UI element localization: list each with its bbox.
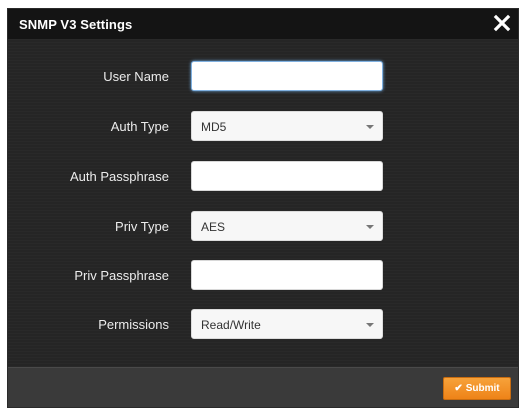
chevron-down-icon (366, 323, 374, 327)
close-icon[interactable] (492, 12, 512, 34)
chevron-down-icon (366, 225, 374, 229)
priv-type-value: AES (201, 220, 226, 234)
user-name-input[interactable] (191, 61, 383, 91)
snmp-v3-settings-dialog: SNMP V3 Settings User Name Auth Type MD5… (7, 8, 519, 408)
auth-type-value: MD5 (201, 120, 227, 134)
priv-type-label: Priv Type (115, 219, 169, 234)
submit-button[interactable]: ✔ Submit (443, 377, 511, 400)
permissions-row: Permissions Read/Write (8, 309, 518, 339)
submit-label: Submit (465, 383, 500, 394)
permissions-select[interactable]: Read/Write (191, 309, 383, 339)
permissions-label: Permissions (98, 317, 169, 332)
user-name-row: User Name (8, 61, 518, 91)
auth-type-row: Auth Type MD5 (8, 111, 518, 141)
check-icon: ✔ (454, 383, 463, 394)
chevron-down-icon (366, 125, 374, 129)
auth-passphrase-input[interactable] (191, 161, 383, 191)
auth-type-label: Auth Type (110, 119, 169, 134)
dialog-titlebar: SNMP V3 Settings (8, 9, 518, 39)
user-name-label: User Name (103, 69, 169, 84)
auth-type-select[interactable]: MD5 (191, 111, 383, 141)
auth-passphrase-label: Auth Passphrase (69, 169, 169, 184)
dialog-footer: ✔ Submit (8, 367, 518, 407)
dialog-body: User Name Auth Type MD5 Auth Passphrase … (8, 39, 518, 369)
priv-passphrase-label: Priv Passphrase (74, 268, 169, 283)
priv-type-row: Priv Type AES (8, 211, 518, 241)
priv-type-select[interactable]: AES (191, 211, 383, 241)
permissions-value: Read/Write (201, 318, 261, 332)
priv-passphrase-input[interactable] (191, 260, 383, 290)
dialog-title: SNMP V3 Settings (19, 17, 133, 32)
auth-passphrase-row: Auth Passphrase (8, 161, 518, 191)
priv-passphrase-row: Priv Passphrase (8, 260, 518, 290)
